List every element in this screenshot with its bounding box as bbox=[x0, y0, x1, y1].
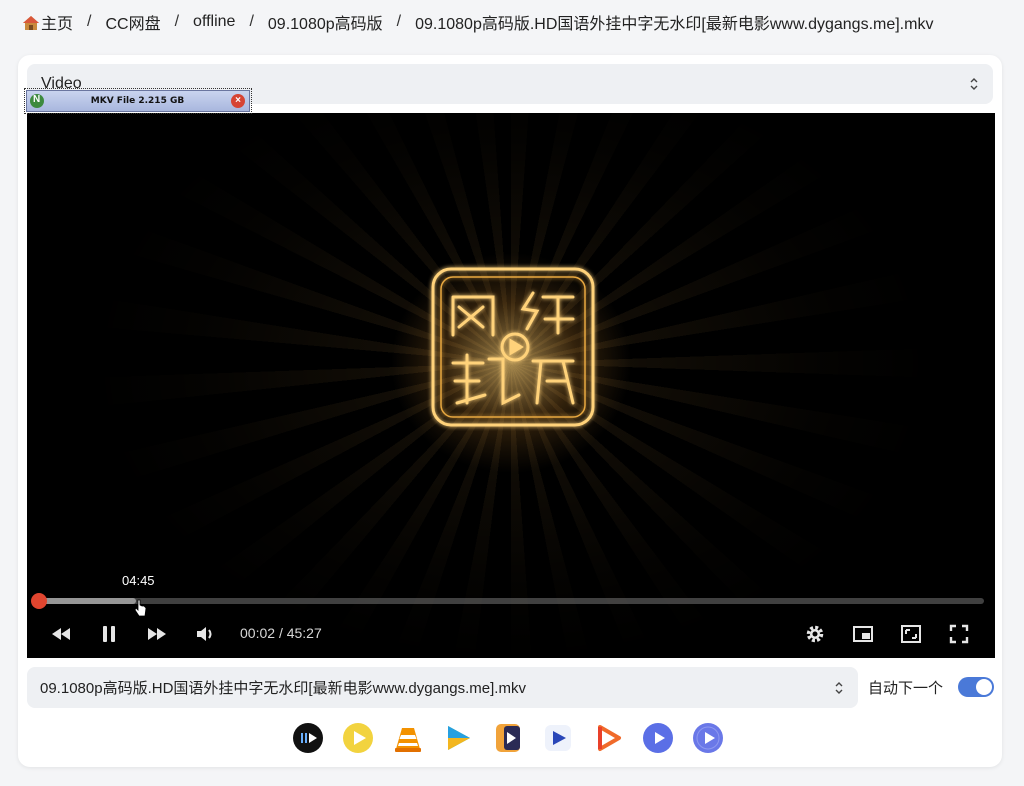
player-card: Video MKV File 2.215 GB × bbox=[18, 55, 1002, 767]
expand-button[interactable] bbox=[898, 621, 924, 647]
chevron-updown-icon bbox=[835, 681, 843, 694]
toggle-thumb bbox=[976, 679, 992, 695]
rewind-button[interactable] bbox=[48, 621, 74, 647]
home-icon bbox=[23, 16, 39, 30]
extension-icon bbox=[30, 94, 44, 108]
progress-hover-fill bbox=[38, 598, 137, 604]
file-select[interactable]: 09.1080p高码版.HD国语外挂中字无水印[最新电影www.dygangs.… bbox=[27, 667, 858, 708]
current-time: 00:02 bbox=[240, 625, 276, 641]
mkv-file-badge[interactable]: MKV File 2.215 GB × bbox=[24, 88, 252, 114]
breadcrumb-separator: / bbox=[174, 13, 180, 30]
duration: 45:27 bbox=[286, 625, 322, 641]
fast-forward-button[interactable] bbox=[144, 621, 170, 647]
picture-in-picture-icon bbox=[853, 626, 873, 642]
nplayer-icon[interactable] bbox=[542, 722, 574, 754]
time-separator: / bbox=[278, 625, 283, 641]
breadcrumb-cc-drive[interactable]: CC网盘 bbox=[105, 10, 160, 34]
breadcrumb: 主页 / CC网盘 / offline / 09.1080p高码版 / 09.1… bbox=[22, 10, 933, 34]
omni-player-icon[interactable] bbox=[592, 722, 624, 754]
mouse-cursor-icon bbox=[135, 599, 147, 617]
potplayer-icon[interactable] bbox=[342, 722, 374, 754]
seal-logo-icon bbox=[431, 267, 595, 427]
settings-button[interactable] bbox=[802, 621, 828, 647]
expand-icon bbox=[901, 625, 921, 643]
breadcrumb-file[interactable]: 09.1080p高码版.HD国语外挂中字无水印[最新电影www.dygangs.… bbox=[415, 10, 933, 34]
volume-button[interactable] bbox=[192, 621, 218, 647]
pip-button[interactable] bbox=[850, 621, 876, 647]
mx-player-icon[interactable] bbox=[442, 722, 474, 754]
auto-next-label: 自动下一个 bbox=[868, 680, 944, 697]
close-icon[interactable]: × bbox=[231, 94, 245, 108]
fullscreen-icon bbox=[949, 624, 969, 644]
progress-bar[interactable] bbox=[30, 593, 984, 609]
time-readout: 00:02 / 45:27 bbox=[240, 625, 322, 641]
video-player[interactable]: 04:45 00:02 / 45:27 bbox=[27, 113, 995, 658]
mkv-file-badge-text: MKV File 2.215 GB bbox=[90, 96, 185, 106]
breadcrumb-home[interactable]: 主页 bbox=[22, 10, 73, 34]
pause-button[interactable] bbox=[96, 621, 122, 647]
breadcrumb-folder[interactable]: 09.1080p高码版 bbox=[268, 10, 383, 34]
auto-next-toggle[interactable] bbox=[958, 677, 994, 697]
hover-time-tooltip: 04:45 bbox=[122, 573, 155, 588]
breadcrumb-offline[interactable]: offline bbox=[193, 13, 235, 31]
breadcrumb-separator: / bbox=[396, 13, 402, 30]
vlc-icon[interactable] bbox=[392, 722, 424, 754]
progress-knob[interactable] bbox=[30, 593, 47, 609]
pause-icon bbox=[103, 626, 115, 642]
chevron-updown-icon bbox=[970, 78, 978, 90]
breadcrumb-separator: / bbox=[249, 13, 254, 30]
gear-icon bbox=[806, 625, 824, 643]
breadcrumb-home-label: 主页 bbox=[41, 16, 74, 33]
rewind-icon bbox=[52, 628, 70, 640]
infuse-icon[interactable] bbox=[492, 722, 524, 754]
iina-icon[interactable] bbox=[292, 722, 324, 754]
external-players bbox=[292, 722, 724, 754]
volume-icon bbox=[197, 627, 212, 641]
breadcrumb-separator: / bbox=[87, 13, 92, 30]
mpv-icon[interactable] bbox=[692, 722, 724, 754]
fullscreen-button[interactable] bbox=[946, 621, 972, 647]
file-select-value: 09.1080p高码版.HD国语外挂中字无水印[最新电影www.dygangs.… bbox=[40, 680, 526, 697]
fast-forward-icon bbox=[148, 628, 166, 640]
player-controls: 00:02 / 45:27 bbox=[27, 621, 995, 651]
figplayer-icon[interactable] bbox=[642, 722, 674, 754]
